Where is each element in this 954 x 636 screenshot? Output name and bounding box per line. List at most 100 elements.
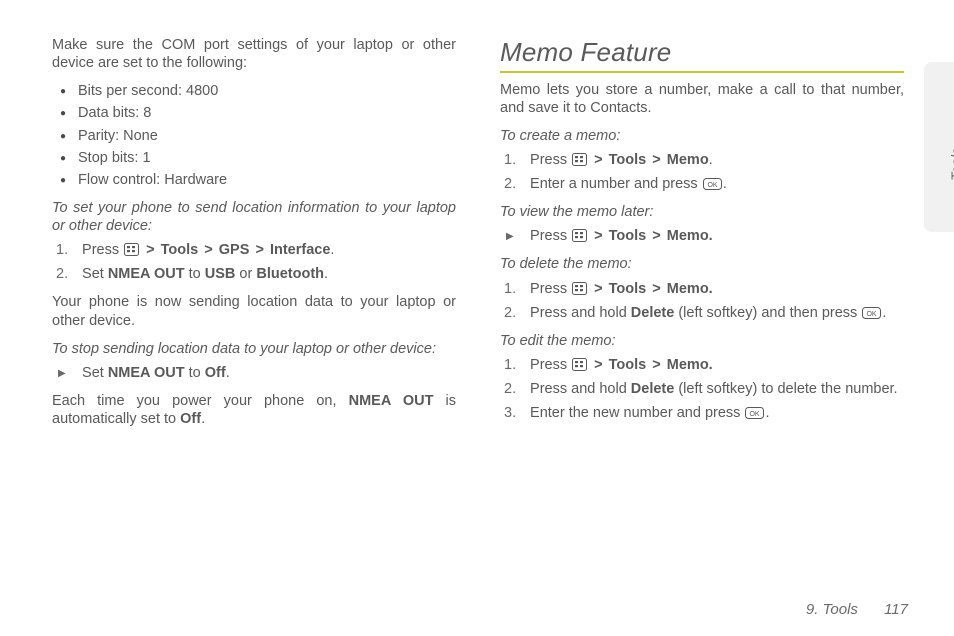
text: Press — [530, 152, 571, 168]
gt-icon: > — [202, 242, 214, 258]
text: to — [185, 266, 205, 282]
setting-value: Off — [205, 365, 226, 381]
menu-icon — [572, 153, 587, 166]
text: . — [882, 305, 886, 321]
text: Press and hold — [530, 305, 631, 321]
view-steps: Press > Tools > Memo. — [500, 227, 904, 245]
text: Each time you power your phone on, — [52, 393, 349, 409]
list-item: Stop bits: 1 — [78, 149, 456, 167]
lead-view: To view the memo later: — [500, 203, 904, 221]
menu-path: Tools — [161, 242, 199, 258]
setting-value: USB — [205, 266, 236, 282]
setting-name: NMEA OUT — [108, 266, 185, 282]
menu-path: Tools — [609, 281, 647, 297]
text: Press — [530, 281, 571, 297]
menu-path: Tools — [609, 357, 647, 373]
right-column: Memo Feature Memo lets you store a numbe… — [500, 36, 904, 636]
page: Make sure the COM port settings of your … — [0, 0, 954, 636]
step: Set NMEA OUT to USB or Bluetooth. — [78, 265, 456, 283]
menu-icon — [572, 358, 587, 371]
step: Press and hold Delete (left softkey) to … — [526, 380, 904, 398]
create-steps: Press > Tools > Memo. Enter a number and… — [500, 151, 904, 193]
lead-create: To create a memo: — [500, 127, 904, 145]
lead-send-location: To set your phone to send location infor… — [52, 199, 456, 235]
chapter-label: 9. Tools — [806, 601, 858, 618]
text: (left softkey) to delete the number. — [674, 381, 897, 397]
setting-name: NMEA OUT — [349, 393, 434, 409]
gt-icon: > — [650, 152, 662, 168]
list-item: Data bits: 8 — [78, 104, 456, 122]
gt-icon: > — [650, 228, 662, 244]
text: Enter the new number and press — [530, 405, 744, 421]
delete-steps: Press > Tools > Memo. Press and hold Del… — [500, 280, 904, 322]
text: Set — [82, 365, 108, 381]
com-settings-list: Bits per second: 4800 Data bits: 8 Parit… — [52, 82, 456, 189]
reboot-note: Each time you power your phone on, NMEA … — [52, 392, 456, 428]
text: . — [201, 411, 205, 427]
text: Press — [530, 357, 571, 373]
ok-icon: OK — [862, 307, 881, 319]
setting-value: Off — [180, 411, 201, 427]
ok-icon: OK — [745, 407, 764, 419]
step: Set NMEA OUT to Off. — [78, 364, 456, 382]
memo-intro: Memo lets you store a number, make a cal… — [500, 81, 904, 117]
lead-delete: To delete the memo: — [500, 255, 904, 273]
text: Press — [82, 242, 123, 258]
edit-steps: Press > Tools > Memo. Press and hold Del… — [500, 356, 904, 422]
menu-icon — [124, 243, 139, 256]
menu-path: GPS — [219, 242, 250, 258]
gt-icon: > — [592, 281, 604, 297]
text: . — [765, 405, 769, 421]
gt-icon: > — [592, 228, 604, 244]
menu-path: Memo. — [667, 228, 713, 244]
text: . — [723, 176, 727, 192]
lead-stop-location: To stop sending location data to your la… — [52, 340, 456, 358]
text: Set — [82, 266, 108, 282]
text: (left softkey) and then press — [674, 305, 861, 321]
gt-icon: > — [144, 242, 156, 258]
text: to — [185, 365, 205, 381]
list-item: Flow control: Hardware — [78, 171, 456, 189]
step: Press > Tools > Memo. — [526, 151, 904, 169]
gt-icon: > — [592, 152, 604, 168]
gt-icon: > — [650, 281, 662, 297]
menu-icon — [572, 229, 587, 242]
side-tab-label: Tools — [948, 148, 954, 181]
menu-icon — [572, 282, 587, 295]
svg-text:OK: OK — [750, 411, 760, 418]
menu-path: Tools — [609, 152, 647, 168]
svg-text:OK: OK — [867, 311, 877, 318]
step: Press > Tools > Memo. — [526, 280, 904, 298]
step: Press and hold Delete (left softkey) and… — [526, 304, 904, 322]
menu-path: Interface — [270, 242, 330, 258]
setting-name: NMEA OUT — [108, 365, 185, 381]
text: Press — [530, 228, 571, 244]
page-number: 117 — [884, 601, 908, 618]
key-name: Delete — [631, 381, 675, 397]
gt-icon: > — [650, 357, 662, 373]
key-name: Delete — [631, 305, 675, 321]
step: Press > Tools > GPS > Interface. — [78, 241, 456, 259]
gt-icon: > — [592, 357, 604, 373]
gt-icon: > — [253, 242, 265, 258]
text: . — [226, 365, 230, 381]
sending-note: Your phone is now sending location data … — [52, 293, 456, 329]
menu-path: Memo. — [667, 357, 713, 373]
step: Press > Tools > Memo. — [526, 356, 904, 374]
footer: 9. Tools 117 — [806, 601, 908, 618]
stop-steps: Set NMEA OUT to Off. — [52, 364, 456, 382]
com-intro: Make sure the COM port settings of your … — [52, 36, 456, 72]
text: or — [235, 266, 256, 282]
step: Press > Tools > Memo. — [526, 227, 904, 245]
text: Enter a number and press — [530, 176, 702, 192]
menu-path: Tools — [609, 228, 647, 244]
menu-path: Memo. — [667, 281, 713, 297]
setting-value: Bluetooth — [256, 266, 324, 282]
ok-icon: OK — [703, 178, 722, 190]
left-column: Make sure the COM port settings of your … — [52, 36, 456, 636]
menu-path: Memo — [667, 152, 709, 168]
step: Enter the new number and press OK . — [526, 404, 904, 422]
list-item: Bits per second: 4800 — [78, 82, 456, 100]
svg-text:OK: OK — [707, 182, 717, 189]
send-steps: Press > Tools > GPS > Interface. Set NME… — [52, 241, 456, 283]
